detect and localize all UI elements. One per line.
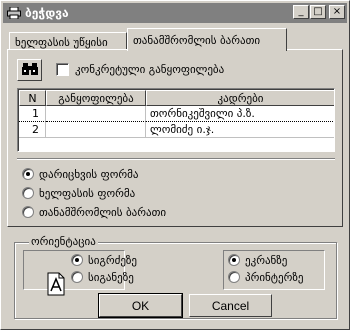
report-type-radio-salary[interactable] (22, 187, 34, 199)
report-type-option-employee-card[interactable]: თანამშრომლის ბარათი (22, 205, 166, 219)
minimize-icon: _ (298, 6, 304, 17)
orientation-option-landscape[interactable]: სიგანეზე (71, 270, 134, 284)
cancel-button-label: Cancel (211, 298, 250, 313)
row-number: 1 (19, 106, 46, 122)
grid-header: N განყოფილება კადრები (19, 90, 334, 106)
orientation-label-portrait: სიგრძეზე (88, 253, 138, 267)
row-employee: თორნიკეშვილი პ.ზ. (146, 106, 334, 122)
table-row[interactable]: 2 ლომიძე ი.ჯ. (19, 122, 334, 138)
output-option-printer[interactable]: პრინტერზე (228, 270, 303, 284)
window-title: ბეჭდვა (25, 6, 69, 20)
report-type-radio-accrual[interactable] (22, 168, 34, 180)
printer-icon (6, 6, 22, 20)
maximize-button[interactable]: □ (310, 5, 326, 19)
cancel-button[interactable]: Cancel (189, 294, 272, 317)
report-type-option-accrual[interactable]: დარიცხვის ფორმა (22, 167, 138, 181)
report-type-option-salary[interactable]: ხელფასის ფორმა (22, 186, 135, 200)
close-button[interactable]: × (329, 5, 345, 19)
specific-department-label: კონკრეტული განყოფილება (75, 63, 225, 76)
binoculars-icon (21, 62, 38, 78)
title-buttons: _ □ × (293, 5, 345, 19)
minimize-button[interactable]: _ (293, 5, 309, 19)
specific-department-checkbox[interactable] (56, 63, 69, 76)
output-option-screen[interactable]: ეკრანზე (228, 253, 287, 267)
tab-employee-card[interactable]: თანამშრომლის ბარათი (127, 28, 287, 51)
orientation-label-landscape: სიგანეზე (88, 270, 134, 284)
grid-header-n[interactable]: N (19, 90, 46, 106)
orientation-radio-portrait[interactable] (71, 254, 83, 266)
row-department (46, 122, 146, 138)
print-dialog-window: ბეჭდვა _ □ × ხელფასის უწყისი თანამშრომლი… (0, 0, 350, 330)
ok-button-label: OK (131, 298, 150, 313)
employee-grid: N განყოფილება კადრები 1 თორნიკეშვილი პ.ზ… (17, 88, 335, 152)
title-bar[interactable]: ბეჭდვა _ □ × (3, 3, 347, 23)
find-button[interactable] (17, 59, 42, 81)
row-number: 2 (19, 122, 46, 138)
close-icon: × (332, 6, 342, 17)
output-radio-printer[interactable] (228, 271, 240, 283)
orientation-group: ორიენტაცია სიგრძეზე სიგანეზე ეკრანზე პრი… (14, 235, 337, 319)
orientation-option-portrait[interactable]: სიგრძეზე (71, 253, 137, 267)
output-radio-screen[interactable] (228, 254, 240, 266)
report-type-label-employee-card: თანამშრომლის ბარათი (39, 205, 167, 219)
report-type-radio-employee-card[interactable] (22, 206, 34, 218)
ok-button[interactable]: OK (98, 293, 183, 318)
row-employee: ლომიძე ი.ჯ. (146, 122, 334, 138)
tab-payroll-label: ხელფასის უწყისი (15, 36, 108, 49)
grid-header-department[interactable]: განყოფილება (46, 90, 146, 106)
grid-header-employees[interactable]: კადრები (146, 90, 334, 106)
report-type-label-salary: ხელფასის ფორმა (39, 186, 136, 200)
divider (17, 158, 335, 160)
maximize-icon: □ (313, 6, 323, 17)
output-label-printer: პრინტერზე (245, 270, 304, 284)
page-orientation-icon (47, 272, 65, 296)
tab-panel: კონკრეტული განყოფილება N განყოფილება კად… (7, 49, 343, 227)
orientation-radio-landscape[interactable] (71, 271, 83, 283)
specific-department-option[interactable]: კონკრეტული განყოფილება (56, 63, 224, 76)
tab-employee-card-label: თანამშრომლის ბარათი (133, 33, 261, 47)
output-label-screen: ეკრანზე (245, 253, 288, 267)
orientation-legend: ორიენტაცია (29, 235, 98, 248)
table-row[interactable]: 1 თორნიკეშვილი პ.ზ. (19, 106, 334, 122)
row-department (46, 106, 146, 122)
report-type-label-accrual: დარიცხვის ფორმა (39, 167, 139, 181)
